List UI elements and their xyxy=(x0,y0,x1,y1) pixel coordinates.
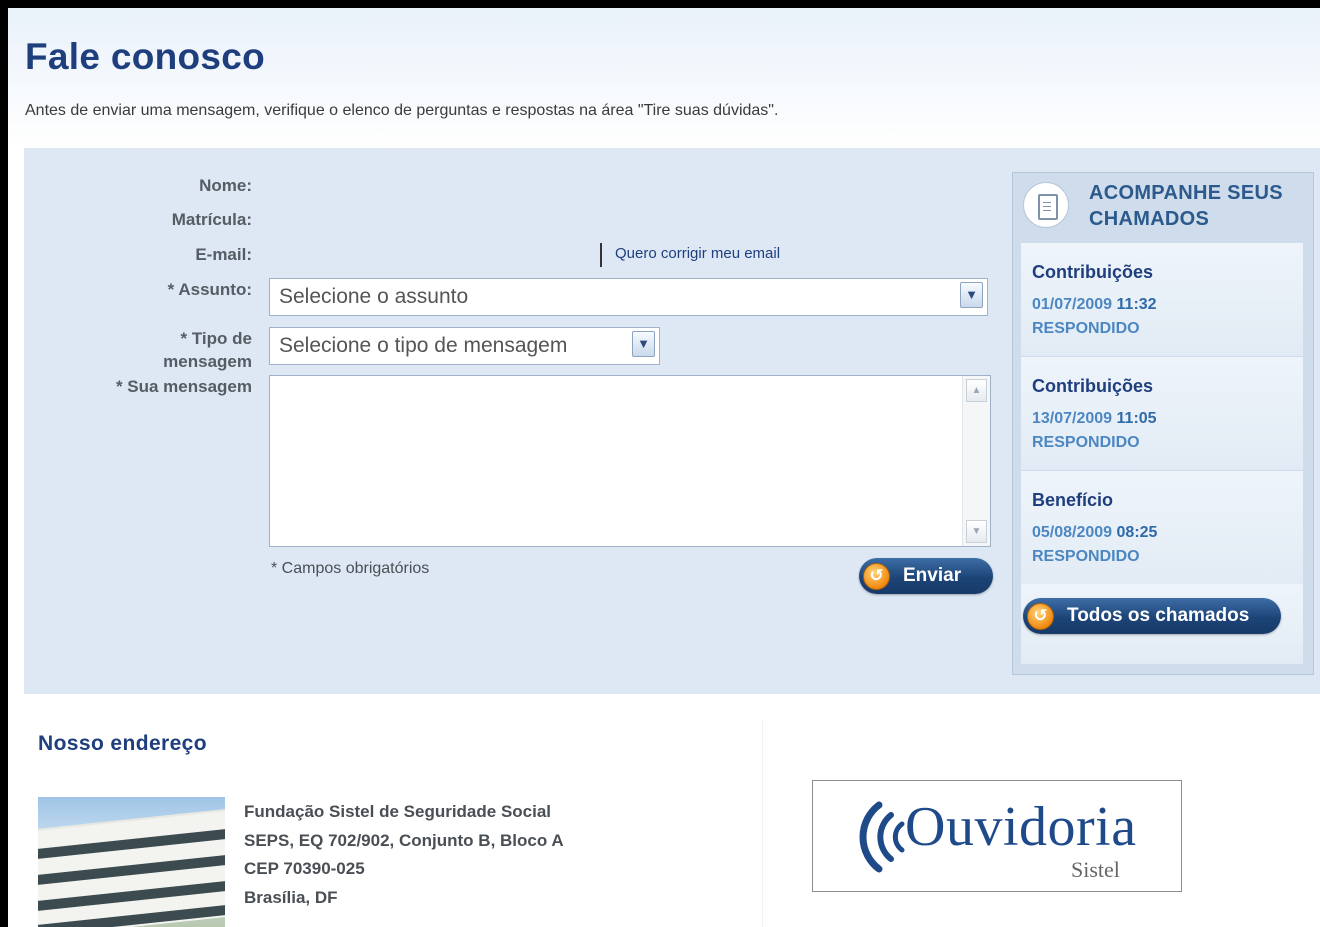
page-frame: Fale conosco Antes de enviar uma mensage… xyxy=(8,8,1320,927)
scroll-down-icon[interactable]: ▼ xyxy=(966,520,987,543)
message-type-label-line1: * Tipo de xyxy=(180,329,252,348)
document-icon xyxy=(1023,182,1069,228)
page-title: Fale conosco xyxy=(25,36,266,77)
tickets-panel-title-line2: CHAMADOS xyxy=(1089,208,1210,230)
correct-email-link-text[interactable]: Quero corrigir meu email xyxy=(615,245,780,262)
intro-text: Antes de enviar uma mensagem, verifique … xyxy=(25,102,779,119)
ticket-category: Benefício xyxy=(1032,490,1114,510)
tickets-panel-footer: ↺ Todos os chamados xyxy=(1021,584,1303,664)
tickets-panel-title: ACOMPANHE SEUS CHAMADOS xyxy=(1089,180,1309,232)
all-tickets-button[interactable]: ↺ Todos os chamados xyxy=(1023,598,1281,634)
tickets-panel: ACOMPANHE SEUS CHAMADOS Contribuições 01… xyxy=(1012,172,1314,675)
scroll-up-icon[interactable]: ▲ xyxy=(966,379,987,402)
ticket-item[interactable]: Contribuições 13/07/2009 11:05 RESPONDID… xyxy=(1021,357,1303,470)
message-type-label-line2: mensagem xyxy=(163,352,252,371)
textarea-scrollbar[interactable]: ▲ ▼ xyxy=(962,376,990,546)
ticket-datetime: 01/07/2009 11:32 xyxy=(1032,296,1157,313)
ticket-item[interactable]: Benefício 05/08/2009 08:25 RESPONDIDO xyxy=(1021,471,1303,584)
subject-select[interactable]: Selecione o assunto ▼ xyxy=(269,278,988,316)
address-line: CEP 70390-025 xyxy=(244,859,365,878)
message-type-select[interactable]: Selecione o tipo de mensagem ▼ xyxy=(269,327,660,365)
ticket-datetime: 05/08/2009 08:25 xyxy=(1032,524,1158,541)
subject-label: * Assunto: xyxy=(167,280,252,299)
ticket-datetime: 13/07/2009 11:05 xyxy=(1032,410,1157,427)
all-tickets-button-label: Todos os chamados xyxy=(1067,605,1250,626)
name-label: Nome: xyxy=(199,176,252,195)
subject-select-value: Selecione o assunto xyxy=(279,285,469,308)
ticket-status: RESPONDIDO xyxy=(1032,548,1140,565)
ouvidoria-logo-text: Ouvidoria xyxy=(905,796,1137,858)
address-lines: Fundação Sistel de Seguridade Social SEP… xyxy=(244,798,564,912)
tickets-panel-header: ACOMPANHE SEUS CHAMADOS xyxy=(1013,173,1313,241)
address-line: Brasília, DF xyxy=(244,887,338,907)
ouvidoria-logo-subtext: Sistel xyxy=(1071,857,1120,882)
sound-waves-icon xyxy=(859,801,905,873)
correct-email-link[interactable]: Quero corrigir meu email xyxy=(600,243,780,267)
chevron-down-icon[interactable]: ▼ xyxy=(632,331,655,357)
address-title: Nosso endereço xyxy=(38,732,207,755)
address-line: Fundação Sistel de Seguridade Social xyxy=(244,802,552,821)
ticket-category: Contribuições xyxy=(1032,262,1154,282)
message-label: * Sua mensagem xyxy=(115,377,252,396)
address-line: SEPS, EQ 702/902, Conjunto B, Bloco A xyxy=(244,830,564,850)
required-fields-note: * Campos obrigatórios xyxy=(271,560,430,577)
ouvidoria-logo[interactable]: Ouvidoria Sistel xyxy=(812,780,1182,892)
ticket-item[interactable]: Contribuições 01/07/2009 11:32 RESPONDID… xyxy=(1021,243,1303,356)
message-type-select-value: Selecione o tipo de mensagem xyxy=(279,334,568,357)
registration-label: Matrícula: xyxy=(171,210,252,229)
refresh-arrow-icon: ↺ xyxy=(863,563,890,590)
ticket-category: Contribuições xyxy=(1032,376,1154,396)
send-button-label: Enviar xyxy=(903,565,962,586)
message-textarea[interactable]: ▲ ▼ xyxy=(269,375,991,547)
building-photo xyxy=(38,797,225,927)
refresh-arrow-icon: ↺ xyxy=(1027,603,1054,630)
tickets-panel-title-line1: ACOMPANHE SEUS xyxy=(1089,182,1283,204)
send-button[interactable]: ↺ Enviar xyxy=(859,558,993,594)
contact-form-panel: Nome: Matrícula: E-mail: Quero corrigir … xyxy=(24,148,1320,694)
ticket-status: RESPONDIDO xyxy=(1032,434,1140,451)
ticket-status: RESPONDIDO xyxy=(1032,320,1140,337)
chevron-down-icon[interactable]: ▼ xyxy=(960,282,983,308)
email-label: E-mail: xyxy=(195,245,252,264)
